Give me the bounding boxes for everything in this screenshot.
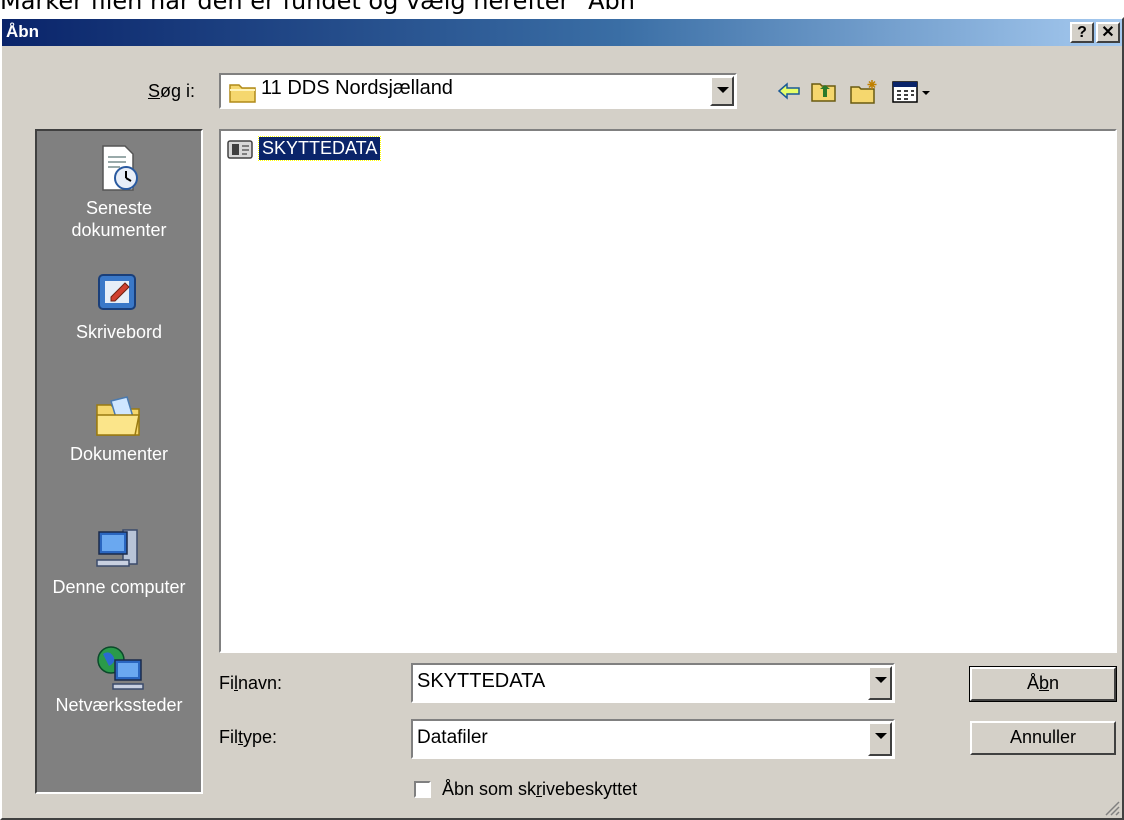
dialog-title: Åbn: [6, 22, 40, 41]
place-documents[interactable]: Dokumenter: [37, 393, 201, 465]
filetype-dropdown-button[interactable]: [868, 722, 892, 756]
look-in-value: 11 DDS Nordsjælland: [261, 77, 453, 99]
file-icon: [227, 140, 253, 159]
network-places-icon: [97, 646, 144, 690]
resize-grip-icon[interactable]: [1102, 798, 1120, 816]
desktop-icon: [98, 274, 136, 310]
open-dialog: Åbn ? ✕ Søg i: 11 DDS Nordsjælland Senes…: [0, 17, 1124, 820]
documents-folder-icon: [96, 396, 140, 436]
cancel-button[interactable]: Annuller: [970, 721, 1116, 755]
close-button[interactable]: ✕: [1096, 22, 1120, 43]
filename-dropdown-button[interactable]: [868, 666, 892, 700]
new-folder-icon[interactable]: [850, 79, 880, 105]
file-list[interactable]: SKYTTEDATA: [219, 129, 1117, 653]
place-label: Skrivebord: [75, 322, 163, 342]
filename-label: Filnavn:: [219, 673, 283, 693]
place-label: Dokumenter: [69, 444, 169, 464]
place-label: Seneste dokumenter: [71, 198, 167, 240]
place-label: Netværkssteder: [55, 695, 183, 715]
open-button[interactable]: Åbn: [969, 666, 1117, 702]
place-label: Denne computer: [52, 577, 186, 597]
place-desktop[interactable]: Skrivebord: [37, 271, 201, 343]
view-menu-icon[interactable]: [892, 79, 932, 105]
filetype-value: Datafiler: [417, 727, 488, 748]
title-bar: Åbn ? ✕: [2, 19, 1122, 46]
place-my-computer[interactable]: Denne computer: [37, 526, 201, 598]
look-in-dropdown-button[interactable]: [710, 76, 734, 106]
look-in-label: Søg i:: [148, 81, 196, 101]
readonly-label: Åbn som skrivebeskyttet: [442, 779, 638, 799]
readonly-checkbox[interactable]: [414, 781, 431, 798]
help-button[interactable]: ?: [1070, 22, 1094, 43]
up-folder-icon[interactable]: [811, 79, 837, 103]
filename-field[interactable]: SKYTTEDATA: [411, 663, 895, 703]
filetype-label: Filtype:: [219, 727, 278, 747]
place-recent-documents[interactable]: Seneste dokumenter: [37, 143, 201, 241]
filename-value: SKYTTEDATA: [417, 670, 546, 692]
filetype-select[interactable]: Datafiler: [411, 719, 895, 759]
places-bar: Seneste dokumenter Skrivebord Dokumenter: [35, 129, 203, 794]
instruction-text: Marker filen når den er fundet og vælg h…: [0, 0, 646, 15]
my-computer-icon: [96, 529, 138, 567]
look-in-combo[interactable]: 11 DDS Nordsjælland: [219, 73, 737, 109]
folder-icon: [229, 84, 256, 103]
back-arrow-icon[interactable]: [776, 79, 802, 103]
place-network-places[interactable]: Netværkssteder: [37, 644, 201, 716]
file-name: SKYTTEDATA: [257, 136, 382, 161]
recent-documents-icon: [102, 145, 138, 191]
